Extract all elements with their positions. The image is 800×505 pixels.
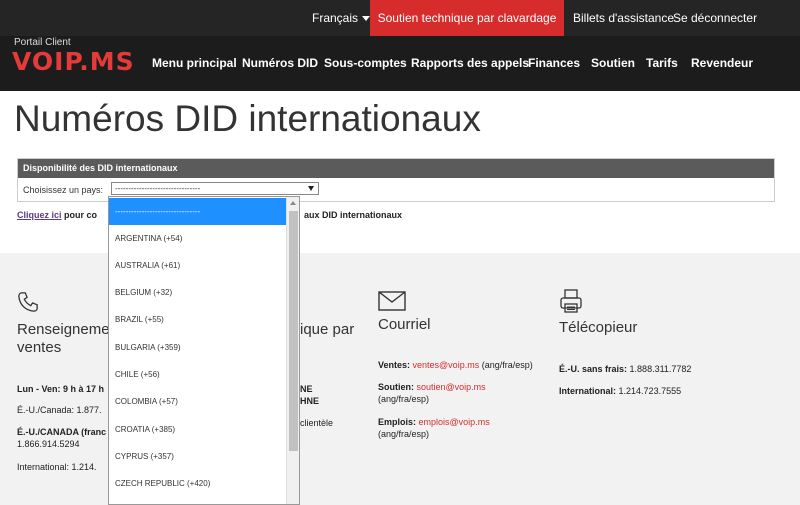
dropdown-option[interactable]: BELGIUM (+32): [109, 279, 287, 306]
dropdown-option[interactable]: AUSTRALIA (+61): [109, 252, 287, 279]
dropdown-option[interactable]: BRAZIL (+55): [109, 306, 287, 333]
nav-did-numbers[interactable]: Numéros DID: [242, 56, 318, 70]
dropdown-scrollbar[interactable]: [286, 197, 299, 504]
dropdown-option[interactable]: ARGENTINA (+54): [109, 225, 287, 252]
nav-rates[interactable]: Tarifs: [646, 56, 678, 70]
envelope-icon: [378, 291, 406, 311]
sales-international: International: 1.214.: [17, 462, 97, 472]
email-sales: Ventes: ventes@voip.ms (ang/fra/esp): [378, 360, 533, 370]
caret-down-icon: [362, 16, 371, 22]
phone-icon: [18, 292, 38, 312]
sales-email-link[interactable]: ventes@voip.ms: [413, 360, 480, 370]
sales-us-ca: É.-U./Canada: 1.877.: [17, 405, 102, 415]
email-jobs: Emplois: emplois@voip.ms (ang/fra/esp): [378, 417, 490, 439]
sales-us-ca-fr-number: 1.866.914.5294: [17, 439, 80, 449]
dropdown-option[interactable]: COLOMBIA (+57): [109, 388, 287, 415]
support-line-2: HNE: [300, 396, 320, 406]
sales-title: Renseignements ventes: [17, 321, 130, 356]
click-here-link[interactable]: Cliquez ici: [17, 210, 62, 220]
info-text-end: aux DID internationaux: [304, 210, 403, 220]
support-email-link[interactable]: soutien@voip.ms: [417, 382, 486, 392]
dropdown-option[interactable]: --------------------------------: [109, 198, 287, 225]
language-selector[interactable]: Français: [312, 0, 371, 36]
fax-international: International: 1.214.723.7555: [559, 386, 682, 396]
country-dropdown-list[interactable]: -------------------------------- ARGENTI…: [108, 196, 300, 505]
support-title: ique par: [300, 321, 355, 338]
info-text-start: pour co: [64, 210, 98, 220]
dropdown-option[interactable]: CZECH REPUBLIC (+420): [109, 470, 287, 497]
select-arrow-icon: [308, 186, 314, 191]
dropdown-option[interactable]: CHILE (+56): [109, 361, 287, 388]
nav-subaccounts[interactable]: Sous-comptes: [324, 56, 407, 70]
email-support: Soutien: soutien@voip.ms (ang/fra/esp): [378, 382, 486, 404]
page-title: Numéros DID internationaux: [14, 98, 481, 139]
country-label: Choisissez un pays:: [23, 185, 104, 195]
logout-link[interactable]: Se déconnecter: [673, 0, 757, 36]
dropdown-option[interactable]: CROATIA (+385): [109, 416, 287, 443]
jobs-email-link[interactable]: emplois@voip.ms: [419, 417, 490, 427]
info-line: Cliquez ici pour co aux DID internationa…: [17, 210, 402, 220]
logo[interactable]: VOIP.MS: [12, 47, 135, 76]
support-tickets-link[interactable]: Billets d'assistance: [573, 0, 674, 36]
fax-title: Télécopieur: [559, 319, 638, 336]
fax-icon: [560, 289, 582, 313]
chat-support-button[interactable]: Soutien technique par clavardage: [370, 0, 564, 36]
panel-heading: Disponibilité des DID internationaux: [18, 159, 774, 178]
support-line-1: NE: [300, 384, 313, 394]
sales-column: [17, 291, 39, 318]
nav-support[interactable]: Soutien: [591, 56, 635, 70]
nav-main-menu[interactable]: Menu principal: [152, 56, 237, 70]
email-title: Courriel: [378, 316, 431, 333]
language-label: Français: [312, 11, 359, 25]
scrollbar-thumb[interactable]: [289, 211, 298, 451]
country-select-value: --------------------------------: [115, 184, 201, 193]
country-select[interactable]: --------------------------------: [111, 182, 319, 195]
fax-tollfree: É.-U. sans frais: 1.888.311.7782: [559, 364, 692, 374]
sales-hours: Lun - Ven: 9 h à 17 h: [17, 384, 105, 394]
dropdown-option[interactable]: CYPRUS (+357): [109, 443, 287, 470]
nav-reseller[interactable]: Revendeur: [691, 56, 753, 70]
dropdown-option[interactable]: BULGARIA (+359): [109, 334, 287, 361]
sales-us-ca-fr: É.-U./CANADA (franc: [17, 427, 107, 437]
main-navbar: Portail Client VOIP.MS Menu principal Nu…: [0, 36, 800, 91]
nav-call-reports[interactable]: Rapports des appels: [411, 56, 529, 70]
fax-column: [560, 289, 582, 318]
top-bar: Français Soutien technique par clavardag…: [0, 0, 800, 36]
nav-finances[interactable]: Finances: [528, 56, 580, 70]
support-line-3: clientèle: [300, 418, 334, 428]
email-column: [378, 291, 406, 316]
scroll-up-arrow-icon[interactable]: [290, 201, 296, 205]
